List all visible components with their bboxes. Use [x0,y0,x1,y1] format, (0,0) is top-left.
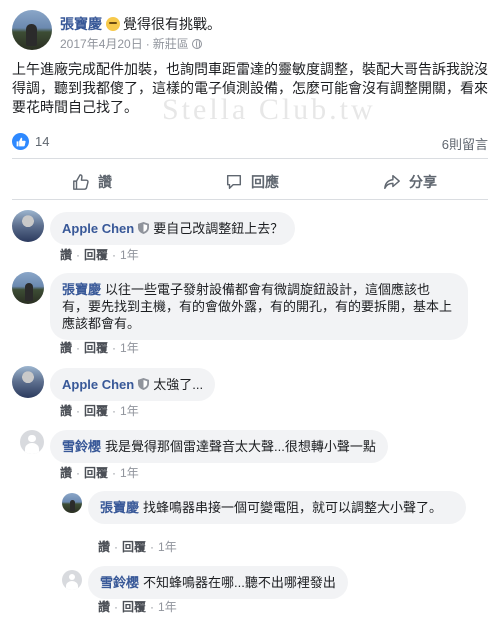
share-label: 分享 [409,174,437,190]
comment-like-link[interactable]: 讚 [60,341,72,355]
comment-actions: 讚 · 回覆 · 1年 [60,248,139,262]
comment-bubble: 雪鈴櫻 我是覺得那個雷達聲音太大聲...很想轉小聲一點 [50,430,388,463]
comment-bubble: Apple Chen 要自己改調整鈕上去？ [50,212,296,245]
comment-time[interactable]: 1年 [120,466,139,480]
reply-text: 找蜂鳴器串接一個可變電阻，就可以調整大小聲了。 [143,500,443,515]
comment-time[interactable]: 1年 [120,404,139,418]
share-arrow-icon [384,174,400,190]
divider [12,158,488,159]
comment-actions: 讚 · 回覆 · 1年 [60,341,139,355]
reply-text: 不知蜂鳴器在哪...聽不出哪裡發出 [143,575,336,590]
commenter-avatar[interactable] [12,272,44,304]
reply-actions: 讚 · 回覆 · 1年 [98,540,177,554]
comment-actions: 讚 · 回覆 · 1年 [60,466,139,480]
reply-author[interactable]: 雪鈴櫻 [100,575,139,590]
comment-reply-link[interactable]: 回覆 [84,341,108,355]
commenter-avatar[interactable] [12,210,44,242]
reply-time[interactable]: 1年 [158,540,177,554]
thumbs-up-icon [73,174,89,190]
like-count: 14 [35,134,50,149]
shield-icon [138,378,150,390]
post-header: 張寶慶 覺得很有挑戰。 [60,14,221,34]
comment-like-link[interactable]: 讚 [60,248,72,262]
comment-text: 以往一些電子發射設備都會有微調旋鈕設計，這個應該也有，要先找到主機，有的會做外露… [62,282,453,331]
post-location[interactable]: 新莊區 [153,37,189,51]
post-feeling: 覺得很有挑戰。 [123,16,221,32]
commenter-avatar[interactable] [12,366,44,398]
reply-reply-link[interactable]: 回覆 [122,600,146,614]
comment-like-link[interactable]: 讚 [60,466,72,480]
comment-label: 回應 [251,174,279,190]
comment-text: 太強了... [153,377,204,392]
like-button[interactable]: 讚 [72,172,112,192]
comment-text: 我是覺得那個雷達聲音太大聲...很想轉小聲一點 [105,439,376,454]
comment-author[interactable]: Apple Chen [62,377,134,392]
share-button[interactable]: 分享 [383,172,437,192]
post-author-name[interactable]: 張寶慶 [60,16,102,32]
shield-icon [138,222,150,234]
comment-author[interactable]: Apple Chen [62,221,134,236]
globe-icon [191,39,202,49]
reply-avatar[interactable] [62,570,82,590]
comment-bubble: 張寶慶 以往一些電子發射設備都會有微調旋鈕設計，這個應該也有，要先找到主機，有的會… [50,273,468,340]
comment-reply-link[interactable]: 回覆 [84,248,108,262]
watermark: Stella Club.tw [162,93,376,126]
post-author-avatar[interactable] [12,10,52,50]
reply-bubble: 雪鈴櫻 不知蜂鳴器在哪...聽不出哪裡發出 [88,566,348,599]
post-body: Stella Club.tw 上午進廠完成配件加裝，也詢問車距雷達的靈敏度調整，… [12,60,490,126]
comment-bubble-icon [226,174,242,190]
reply-time[interactable]: 1年 [158,600,177,614]
comment-time[interactable]: 1年 [120,341,139,355]
comment-count[interactable]: 6則留言 [442,134,488,153]
comment-text: 要自己改調整鈕上去？ [153,221,284,236]
divider [12,199,488,200]
reply-author[interactable]: 張寶慶 [100,500,139,515]
like-label: 讚 [98,174,112,190]
reply-reply-link[interactable]: 回覆 [122,540,146,554]
post-meta: 2017年4月20日 · 新莊區 [60,35,202,52]
comment-time[interactable]: 1年 [120,248,139,262]
comment-reply-link[interactable]: 回覆 [84,404,108,418]
reply-like-link[interactable]: 讚 [98,600,110,614]
comment-author[interactable]: 張寶慶 [62,282,101,297]
reply-bubble: 張寶慶 找蜂鳴器串接一個可變電阻，就可以調整大小聲了。 [88,491,466,524]
meta-separator: · [145,37,150,51]
reaction-summary[interactable]: 14 [12,133,49,150]
comment-button[interactable]: 回應 [225,172,279,192]
comment-author[interactable]: 雪鈴櫻 [62,439,101,454]
reply-like-link[interactable]: 讚 [98,540,110,554]
comment-bubble: Apple Chen 太強了... [50,368,216,401]
comment-actions: 讚 · 回覆 · 1年 [60,404,139,418]
commenter-avatar[interactable] [20,430,44,454]
like-reaction-icon [12,133,29,150]
post-date[interactable]: 2017年4月20日 [60,37,143,51]
comment-reply-link[interactable]: 回覆 [84,466,108,480]
comment-like-link[interactable]: 讚 [60,404,72,418]
reply-avatar[interactable] [62,493,82,513]
reply-actions: 讚 · 回覆 · 1年 [98,600,177,614]
smiley-emoji-icon [106,17,120,31]
